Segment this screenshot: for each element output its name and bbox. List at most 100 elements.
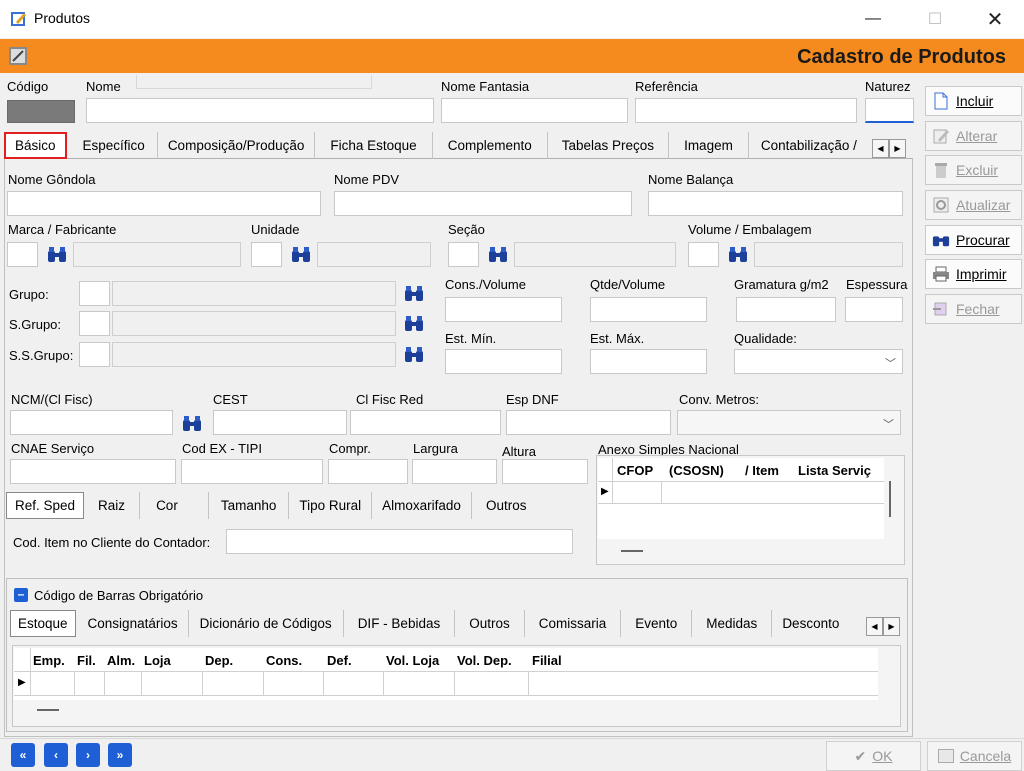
alterar-button[interactable]: Alterar <box>925 121 1022 151</box>
compr-field[interactable] <box>328 459 408 484</box>
last-record-button[interactable]: » <box>108 743 132 767</box>
sub-tabs: Ref. Sped Raiz Cor Tamanho Tipo Rural Al… <box>6 492 573 519</box>
alterar-label: Alterar <box>956 128 998 144</box>
tab-ficha-estoque[interactable]: Ficha Estoque <box>315 132 433 159</box>
tab-complemento[interactable]: Complemento <box>433 132 548 159</box>
next-record-button[interactable]: › <box>76 743 100 767</box>
btab-dicionario[interactable]: Dicionário de Códigos <box>189 610 344 637</box>
trash-icon <box>935 163 947 178</box>
incluir-button[interactable]: Incluir <box>925 86 1022 116</box>
col-filial: Filial <box>532 653 562 668</box>
est-max-field[interactable] <box>590 349 707 374</box>
largura-field[interactable] <box>412 459 497 484</box>
atualizar-button[interactable]: Atualizar <box>925 190 1022 220</box>
anexo-vscroll[interactable] <box>889 481 891 517</box>
cnae-field[interactable] <box>10 459 176 484</box>
first-record-button[interactable]: « <box>11 743 35 767</box>
volume-search-icon[interactable] <box>728 246 748 264</box>
tab-especifico[interactable]: Específico <box>71 132 158 159</box>
grupo-search-icon[interactable] <box>404 285 424 303</box>
cancel-button[interactable]: Cancela <box>927 741 1022 771</box>
ncm-search-icon[interactable] <box>182 415 202 433</box>
btab-evento[interactable]: Evento <box>621 610 693 637</box>
natureza-field[interactable] <box>865 98 914 123</box>
codigo-label: Código <box>7 79 49 94</box>
altura-field[interactable] <box>502 459 588 484</box>
marca-code-field[interactable] <box>7 242 38 267</box>
unidade-search-icon[interactable] <box>291 246 311 264</box>
volume-code-field[interactable] <box>688 242 719 267</box>
subtab-tipo-rural[interactable]: Tipo Rural <box>289 492 373 519</box>
btab-outros[interactable]: Outros <box>455 610 525 637</box>
cest-field[interactable] <box>213 410 347 435</box>
anexo-hscroll[interactable] <box>621 550 643 552</box>
secao-code-field[interactable] <box>448 242 479 267</box>
tab-contabilizacao[interactable]: Contabilização / <box>749 132 861 159</box>
tab-tabelas-precos[interactable]: Tabelas Preços <box>548 132 670 159</box>
tab-basico[interactable]: Básico <box>4 132 67 159</box>
pencil-icon <box>933 129 949 144</box>
btab-comissaria[interactable]: Comissaria <box>525 610 622 637</box>
subtab-outros[interactable]: Outros <box>472 492 541 519</box>
btab-medidas[interactable]: Medidas <box>692 610 773 637</box>
subtab-almoxarifado[interactable]: Almoxarifado <box>372 492 472 519</box>
conv-metros-select[interactable]: ﹀ <box>677 410 901 435</box>
grupo-code-field[interactable] <box>79 281 110 306</box>
tab-composicao[interactable]: Composição/Produção <box>158 132 316 159</box>
codigo-field[interactable] <box>7 100 75 123</box>
sgrupo-search-icon[interactable] <box>404 315 424 333</box>
fechar-button[interactable]: Fechar <box>925 294 1022 324</box>
ssgrupo-code-field[interactable] <box>79 342 110 367</box>
btab-dif-bebidas[interactable]: DIF - Bebidas <box>344 610 456 637</box>
subtab-ref-sped[interactable]: Ref. Sped <box>6 492 85 519</box>
footer-divider <box>0 738 1024 739</box>
ssgrupo-desc-field <box>112 342 396 367</box>
subtab-cor[interactable]: Cor <box>140 492 209 519</box>
sgrupo-code-field[interactable] <box>79 311 110 336</box>
ok-button[interactable]: ✔ OK <box>826 741 921 771</box>
estoque-hscroll[interactable] <box>37 709 59 711</box>
prev-record-button[interactable]: ‹ <box>44 743 68 767</box>
binoculars-icon <box>932 236 950 247</box>
gramatura-field[interactable] <box>736 297 836 322</box>
imprimir-button[interactable]: Imprimir <box>925 259 1022 289</box>
minimize-button[interactable]: — <box>850 0 896 38</box>
unidade-code-field[interactable] <box>251 242 282 267</box>
marca-search-icon[interactable] <box>47 246 67 264</box>
nome-fantasia-field[interactable] <box>441 98 628 123</box>
nome-gondola-field[interactable] <box>7 191 321 216</box>
btab-consignatarios[interactable]: Consignatários <box>76 610 189 637</box>
btab-estoque[interactable]: Estoque <box>10 610 76 637</box>
nome-field[interactable] <box>86 98 434 123</box>
ncm-field[interactable] <box>10 410 173 435</box>
secao-search-icon[interactable] <box>488 246 508 264</box>
cod-ex-field[interactable] <box>181 459 323 484</box>
est-min-field[interactable] <box>445 349 562 374</box>
btab-desconto[interactable]: Desconto <box>772 610 849 637</box>
maximize-button[interactable]: ☐ <box>912 0 958 38</box>
scroll-left-icon[interactable]: ◀ <box>866 617 883 636</box>
scroll-left-icon[interactable]: ◀ <box>872 139 889 158</box>
close-button[interactable]: ✕ <box>972 0 1018 38</box>
qualidade-select[interactable]: ﹀ <box>734 349 903 374</box>
procurar-button[interactable]: Procurar <box>925 225 1022 255</box>
ssgrupo-search-icon[interactable] <box>404 346 424 364</box>
subtab-raiz[interactable]: Raiz <box>84 492 141 519</box>
excluir-button[interactable]: Excluir <box>925 155 1022 185</box>
ssgrupo-label: S.S.Grupo: <box>9 348 74 363</box>
esp-dnf-field[interactable] <box>506 410 671 435</box>
tab-imagem[interactable]: Imagem <box>669 132 749 159</box>
scroll-right-icon[interactable]: ▶ <box>889 139 906 158</box>
espessura-field[interactable] <box>845 297 903 322</box>
subtab-tamanho[interactable]: Tamanho <box>209 492 290 519</box>
cl-fisc-red-field[interactable] <box>350 410 501 435</box>
nome-balanca-field[interactable] <box>648 191 903 216</box>
compr-label: Compr. <box>329 441 371 456</box>
nome-pdv-field[interactable] <box>334 191 632 216</box>
cons-volume-field[interactable] <box>445 297 562 322</box>
referencia-field[interactable] <box>635 98 857 123</box>
scroll-right-icon[interactable]: ▶ <box>883 617 900 636</box>
qtde-volume-field[interactable] <box>590 297 707 322</box>
collapse-icon[interactable]: – <box>14 588 28 602</box>
cod-item-field[interactable] <box>226 529 573 554</box>
